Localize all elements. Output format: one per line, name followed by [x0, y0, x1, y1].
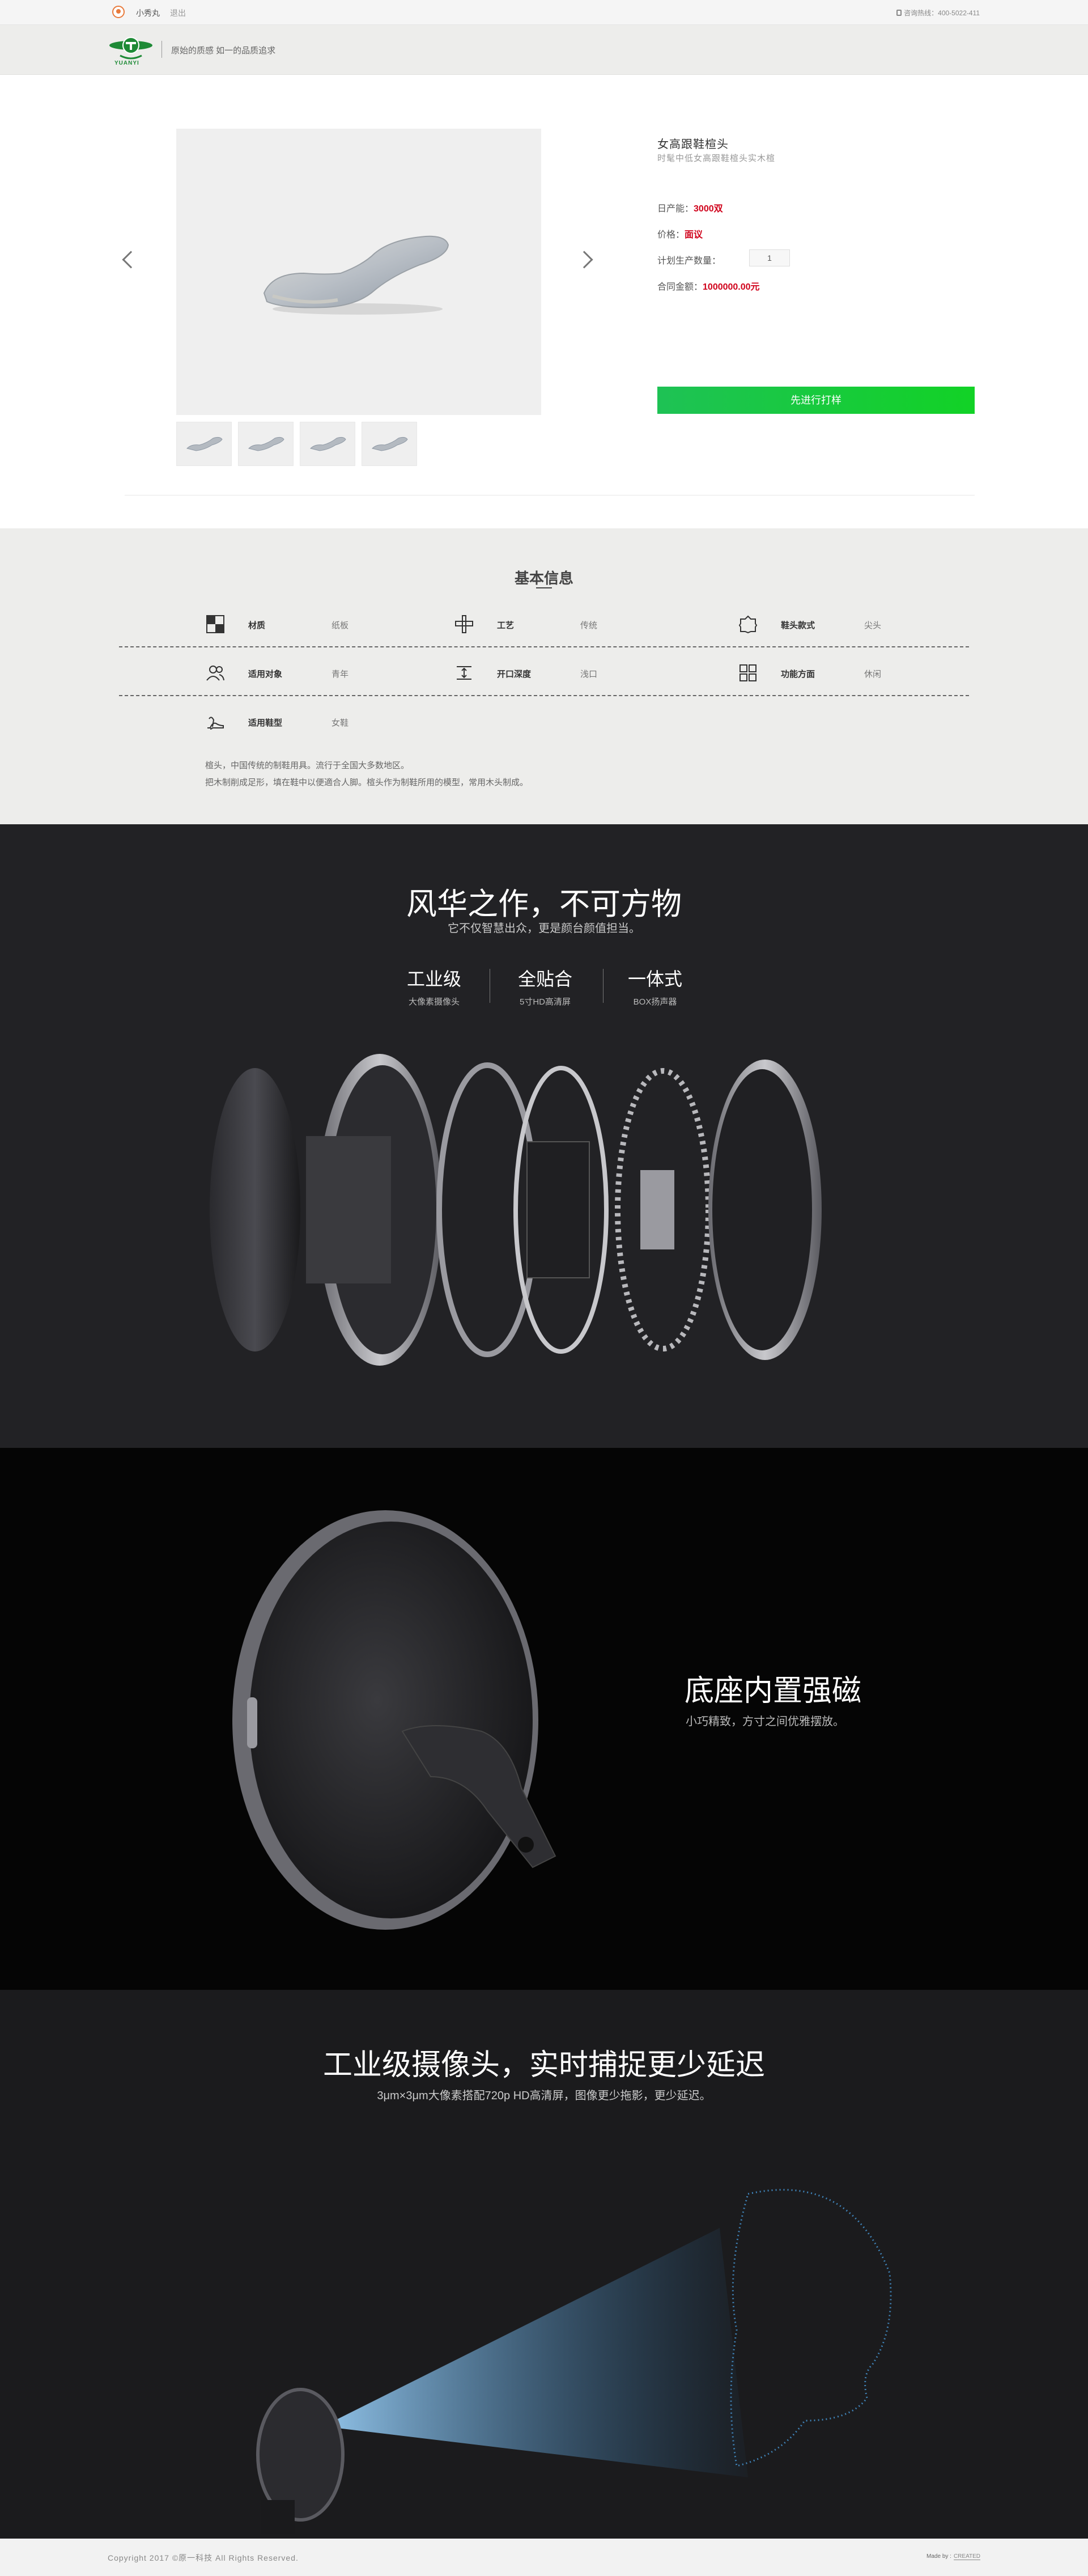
audience-icon	[206, 666, 224, 681]
attr-key: 材质	[248, 621, 266, 630]
feature-item: 一体式 BOX扬声器	[598, 965, 712, 1007]
site-header: YUANYI 原始的质感 如一的品质追求	[0, 25, 1088, 75]
thumbnail-strip	[176, 422, 423, 466]
feature-title: 一体式	[627, 969, 682, 989]
feature-subtitle: 大像素摄像头	[408, 997, 460, 1007]
camera-face-scan-image	[256, 2189, 892, 2534]
exploded-device-image	[210, 1054, 822, 1366]
gallery-prev-button[interactable]	[122, 251, 140, 269]
thumbnail-image	[372, 437, 408, 451]
user-name[interactable]: 小秀丸	[136, 7, 160, 19]
feature-section-magnet: 底座内置强磁 小巧精致，方寸之间优雅摆放。	[0, 1448, 1088, 1990]
title-underline	[536, 587, 552, 588]
made-by-link[interactable]: CREATED	[953, 2553, 980, 2560]
product-main-image	[176, 129, 541, 415]
attr-value: 浅口	[580, 670, 598, 679]
price-row: 价格：面议	[657, 227, 703, 240]
attr-value: 传统	[580, 621, 598, 630]
daily-output-row: 日产能：3000双	[657, 201, 723, 214]
contract-label: 合同金额：	[657, 282, 703, 292]
attr-row-1: 材质 纸板 工艺 传统 鞋头款式 尖头	[119, 599, 969, 647]
attr-key: 开口深度	[497, 670, 532, 679]
attr-value: 青年	[332, 670, 349, 679]
gallery-next-button[interactable]	[575, 251, 593, 269]
logout-link[interactable]: 退出	[170, 7, 186, 19]
function-icon	[740, 664, 756, 681]
daily-output-label: 日产能：	[657, 204, 694, 214]
thumbnail-image	[310, 437, 346, 451]
logo-text: YUANYI	[114, 60, 139, 66]
device-back-image	[232, 1510, 556, 1930]
attr-key: 适用对象	[248, 670, 283, 679]
toe-style-icon	[738, 615, 758, 634]
feature-item: 工业级 大像素摄像头	[377, 965, 491, 1007]
plan-qty-label: 计划生产数量：	[657, 256, 721, 266]
feature-title: 全贴合	[517, 969, 572, 989]
made-by-label: Made by :	[926, 2553, 951, 2560]
thumbnail-1[interactable]	[176, 422, 232, 466]
thumbnail-image	[186, 437, 223, 451]
thumbnail-2[interactable]	[238, 422, 294, 466]
attr-row-3: 适用鞋型 女鞋	[119, 696, 969, 745]
attr-value: 尖头	[864, 621, 882, 630]
attr-key: 功能方面	[781, 670, 815, 679]
product-description: 楦头，中国传统的制鞋用具。流行于全国大多数地区。 把木制削成足形，填在鞋中以便適…	[205, 757, 885, 791]
contract-value: 1000000.00元	[703, 282, 760, 292]
quantity-input[interactable]: 1	[749, 249, 790, 266]
hotline: 咨询热线：400-5022-411	[896, 8, 980, 18]
craft-icon	[455, 615, 473, 633]
made-by: Made by : CREATED	[926, 2553, 980, 2560]
attr-row-2: 适用对象 青年 开口深度 浅口 功能方面 休闲	[119, 647, 969, 696]
basic-info-section: 基本信息 材质 纸板 工艺 传统 鞋头款式 尖头 适用对象 青年 开口深度 浅口…	[0, 528, 1088, 824]
product-subtitle: 时髦中低女高跟鞋楦头实木楦	[657, 154, 776, 163]
hotline-text: 咨询热线：400-5022-411	[904, 9, 980, 17]
attr-value: 休闲	[864, 670, 882, 679]
thumbnail-4[interactable]	[362, 422, 417, 466]
basic-info-title: 基本信息	[514, 570, 573, 587]
attr-value: 女鞋	[332, 718, 349, 728]
copyright: Copyright 2017 ©原一科技 All Rights Reserved…	[108, 2553, 299, 2562]
price-label: 价格：	[657, 230, 685, 240]
attr-key: 适用鞋型	[248, 718, 283, 728]
depth-icon	[457, 666, 471, 680]
section-title: 底座内置强磁	[685, 1675, 862, 1708]
sample-button[interactable]: 先进行打样	[657, 387, 975, 414]
site-footer: Copyright 2017 ©原一科技 All Rights Reserved…	[0, 2539, 1088, 2576]
price-value: 面议	[685, 230, 703, 240]
feature-subtitle: BOX扬声器	[633, 997, 677, 1007]
thumbnail-3[interactable]	[300, 422, 355, 466]
attr-key: 工艺	[497, 621, 515, 630]
feature-subtitle: 5寸HD高清屏	[519, 997, 571, 1007]
feature-section-camera: 工业级摄像头，实时捕捉更少延迟 3μm×3μm大像素搭配720p HD高清屏，图…	[0, 1990, 1088, 2539]
daily-output-value: 3000双	[694, 204, 723, 214]
top-bar: 小秀丸 退出 咨询热线：400-5022-411	[0, 0, 1088, 25]
phone-icon	[896, 10, 902, 16]
contract-row: 合同金额：1000000.00元	[657, 279, 760, 293]
feature-title: 工业级	[406, 969, 461, 989]
section-subtitle: 3μm×3μm大像素搭配720p HD高清屏，图像更少拖影，更少延迟。	[377, 2090, 711, 2102]
section-title: 风华之作，不可方物	[406, 887, 682, 921]
shoe-last-image	[263, 235, 449, 315]
product-title: 女高跟鞋楦头	[657, 138, 729, 151]
section-subtitle: 它不仅智慧出众，更是颜台颜值担当。	[448, 922, 640, 935]
user-icon	[112, 6, 125, 18]
shoe-type-icon	[207, 717, 224, 730]
plan-qty-row: 计划生产数量：	[657, 253, 721, 266]
section-title: 工业级摄像头，实时捕捉更少延迟	[322, 2049, 765, 2082]
attr-value: 纸板	[332, 621, 349, 630]
feature-item: 全贴合 5寸HD高清屏	[488, 965, 602, 1007]
description-line: 把木制削成足形，填在鞋中以便適合人脚。楦头作为制鞋所用的模型，常用木头制成。	[205, 778, 529, 787]
section-subtitle: 小巧精致，方寸之间优雅摆放。	[686, 1715, 844, 1728]
thumbnail-image	[248, 437, 284, 451]
material-icon	[206, 615, 224, 633]
attr-key: 鞋头款式	[781, 621, 815, 630]
feature-section-exploded: 风华之作，不可方物 它不仅智慧出众，更是颜台颜值担当。 工业级 大像素摄像头 全…	[0, 824, 1088, 1448]
description-line: 楦头，中国传统的制鞋用具。流行于全国大多数地区。	[205, 761, 410, 770]
slogan: 原始的质感 如一的品质追求	[171, 46, 276, 56]
